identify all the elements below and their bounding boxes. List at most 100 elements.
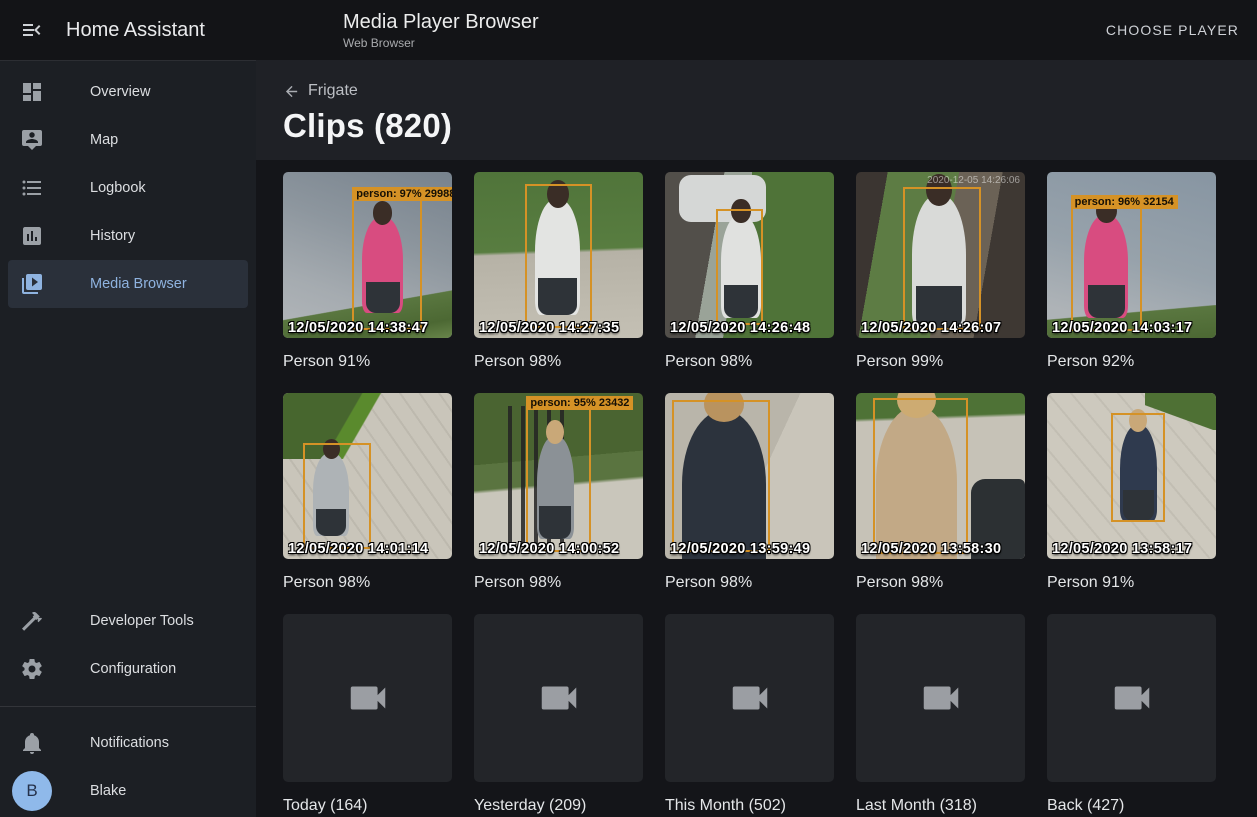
timestamp-overlay: 12/05/2020 13:58:30	[861, 541, 1001, 557]
detection-bounding-box: person: 97% 29988	[352, 199, 421, 330]
clip-caption: Person 98%	[665, 573, 834, 593]
bell-icon	[20, 731, 44, 755]
folder-caption: This Month (502)	[665, 796, 834, 816]
sidebar-item-label: Map	[90, 132, 118, 148]
menu-open-icon	[20, 18, 44, 42]
clip-card[interactable]: 12/05/2020 13:58:30 Person 98%	[856, 393, 1025, 593]
clip-card[interactable]: 12/05/2020 14:01:14 Person 98%	[283, 393, 452, 593]
detection-bounding-box	[303, 443, 371, 549]
timestamp-overlay: 12/05/2020 14:03:17	[1052, 320, 1192, 336]
clip-thumbnail: person: 95% 23432 12/05/2020 14:00:52	[474, 393, 643, 559]
sidebar-item-media-browser[interactable]: Media Browser	[8, 260, 248, 308]
choose-player-button[interactable]: CHOOSE PLAYER	[1098, 12, 1247, 48]
hammer-icon	[20, 609, 44, 633]
sidebar-item-label: Notifications	[90, 735, 169, 751]
sidebar-divider	[0, 706, 256, 707]
clip-thumbnail: 2020-12-05 14:26:06 12/05/2020 14:26:07	[856, 172, 1025, 338]
timestamp-overlay: 12/05/2020 14:26:07	[861, 320, 1001, 336]
folder-card-today[interactable]: Today (164)	[283, 614, 452, 816]
clip-caption: Person 91%	[1047, 573, 1216, 593]
chart-box-icon	[20, 224, 44, 248]
detection-bounding-box	[903, 187, 981, 330]
timestamp-overlay: 12/05/2020 14:27:35	[479, 320, 619, 336]
timestamp-overlay: 12/05/2020 14:00:52	[479, 541, 619, 557]
clip-card[interactable]: 12/05/2020 13:59:49 Person 98%	[665, 393, 834, 593]
clip-card[interactable]: person: 95% 23432 12/05/2020 14:00:52 Pe…	[474, 393, 643, 593]
media-grid: person: 97% 29988 12/05/2020 14:38:47 Pe…	[283, 172, 1216, 816]
sidebar: Overview Map Logbook History Media Brows…	[0, 60, 256, 817]
sidebar-nav-list: Overview Map Logbook History Media Brows…	[0, 61, 256, 308]
play-box-multiple-icon	[20, 272, 44, 296]
detection-bounding-box	[672, 400, 770, 553]
detection-bounding-box	[525, 184, 593, 328]
format-list-bulleted-icon	[20, 176, 44, 200]
breadcrumb-back-link[interactable]: Frigate	[283, 60, 358, 100]
timestamp-overlay: 12/05/2020 14:26:48	[670, 320, 810, 336]
arrow-left-icon	[283, 83, 300, 100]
detection-label: person: 97% 29988	[352, 187, 452, 201]
sidebar-item-configuration[interactable]: Configuration	[8, 645, 248, 693]
clip-card[interactable]: person: 97% 29988 12/05/2020 14:38:47 Pe…	[283, 172, 452, 372]
sidebar-item-notifications[interactable]: Notifications	[8, 719, 248, 767]
sidebar-item-label: Overview	[90, 84, 150, 100]
folder-thumbnail	[1047, 614, 1216, 782]
main-content: Frigate Clips (820) person: 97% 29988 12…	[256, 60, 1257, 817]
clip-card[interactable]: 12/05/2020 14:26:48 Person 98%	[665, 172, 834, 372]
folder-thumbnail	[665, 614, 834, 782]
sidebar-item-user-profile[interactable]: B Blake	[8, 767, 248, 815]
camera-osd-timestamp: 2020-12-05 14:26:06	[927, 175, 1020, 186]
gear-icon	[20, 657, 44, 681]
section-title: Clips (820)	[283, 107, 1257, 145]
timestamp-overlay: 12/05/2020 13:58:17	[1052, 541, 1192, 557]
timestamp-overlay: 12/05/2020 14:01:14	[288, 541, 428, 557]
folder-caption: Back (427)	[1047, 796, 1216, 816]
page-subtitle: Web Browser	[343, 35, 539, 51]
detection-label: person: 95% 23432	[526, 396, 633, 410]
folder-card-last-month[interactable]: Last Month (318)	[856, 614, 1025, 816]
clip-caption: Person 98%	[856, 573, 1025, 593]
clip-card[interactable]: person: 96% 32154 12/05/2020 14:03:17 Pe…	[1047, 172, 1216, 372]
sidebar-item-history[interactable]: History	[8, 212, 248, 260]
clip-thumbnail: person: 96% 32154 12/05/2020 14:03:17	[1047, 172, 1216, 338]
sidebar-item-label: Logbook	[90, 180, 146, 196]
clip-thumbnail: 12/05/2020 13:58:17	[1047, 393, 1216, 559]
folder-caption: Last Month (318)	[856, 796, 1025, 816]
sidebar-item-developer-tools[interactable]: Developer Tools	[8, 597, 248, 645]
folder-caption: Yesterday (209)	[474, 796, 643, 816]
topbar-left-section: Home Assistant	[0, 6, 256, 54]
folder-card-yesterday[interactable]: Yesterday (209)	[474, 614, 643, 816]
sidebar-item-label: History	[90, 228, 135, 244]
topbar-page-title-block: Media Player Browser Web Browser	[343, 10, 539, 51]
clip-card[interactable]: 12/05/2020 14:27:35 Person 98%	[474, 172, 643, 372]
clip-caption: Person 99%	[856, 352, 1025, 372]
clip-thumbnail: 12/05/2020 13:59:49	[665, 393, 834, 559]
sidebar-bottom-section: Developer Tools Configuration Notificati…	[0, 597, 256, 817]
clip-thumbnail: 12/05/2020 13:58:30	[856, 393, 1025, 559]
clip-caption: Person 98%	[283, 573, 452, 593]
folder-thumbnail	[856, 614, 1025, 782]
video-camera-icon	[1109, 675, 1155, 721]
sidebar-toggle-button[interactable]	[8, 6, 56, 54]
clip-caption: Person 98%	[665, 352, 834, 372]
clip-thumbnail: 12/05/2020 14:27:35	[474, 172, 643, 338]
clip-thumbnail: 12/05/2020 14:01:14	[283, 393, 452, 559]
clip-thumbnail: 12/05/2020 14:26:48	[665, 172, 834, 338]
app-title: Home Assistant	[66, 19, 205, 42]
user-name: Blake	[90, 783, 126, 799]
sidebar-item-map[interactable]: Map	[8, 116, 248, 164]
clip-card[interactable]: 2020-12-05 14:26:06 12/05/2020 14:26:07 …	[856, 172, 1025, 372]
video-camera-icon	[918, 675, 964, 721]
folder-card-this-month[interactable]: This Month (502)	[665, 614, 834, 816]
folder-card-back[interactable]: Back (427)	[1047, 614, 1216, 816]
sidebar-item-overview[interactable]: Overview	[8, 68, 248, 116]
breadcrumb-label: Frigate	[308, 82, 358, 100]
clip-card[interactable]: 12/05/2020 13:58:17 Person 91%	[1047, 393, 1216, 593]
sidebar-item-label: Configuration	[90, 661, 176, 677]
timestamp-overlay: 12/05/2020 13:59:49	[670, 541, 810, 557]
sidebar-item-logbook[interactable]: Logbook	[8, 164, 248, 212]
sidebar-item-label: Developer Tools	[90, 613, 194, 629]
video-camera-icon	[536, 675, 582, 721]
top-app-bar: Home Assistant Media Player Browser Web …	[0, 0, 1257, 60]
sidebar-item-label: Media Browser	[90, 276, 187, 292]
video-camera-icon	[727, 675, 773, 721]
